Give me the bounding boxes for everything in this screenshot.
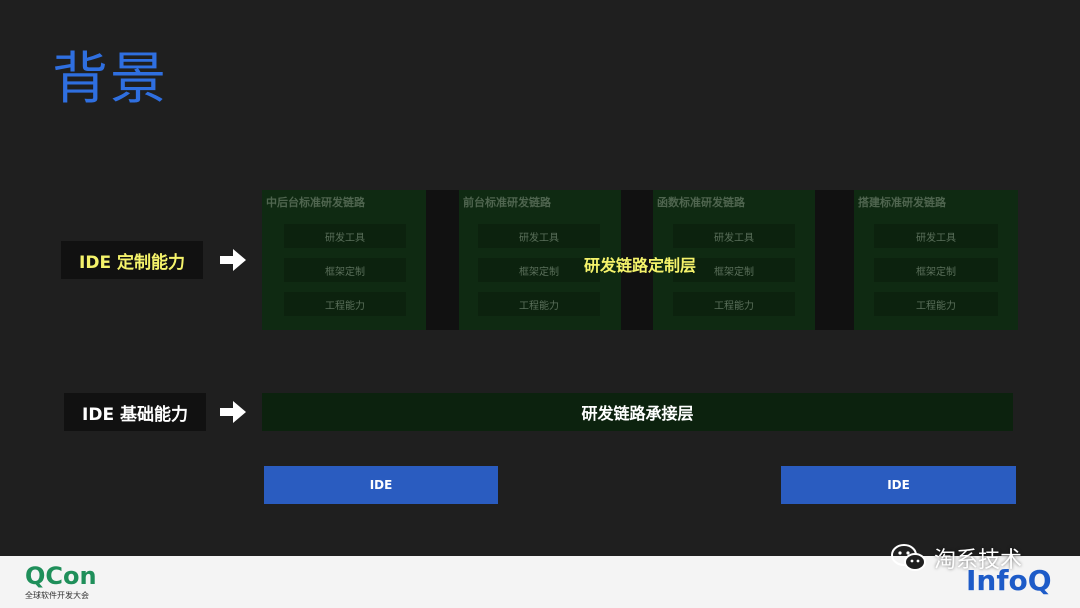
tool-item: 研发工具 — [874, 224, 998, 248]
label-ide-custom-capability: IDE 定制能力 — [61, 241, 203, 279]
tool-item: 工程能力 — [284, 292, 406, 316]
chain-column-title: 函数标准研发链路 — [657, 196, 745, 209]
tool-item: 研发工具 — [673, 224, 795, 248]
tool-item: 研发工具 — [284, 224, 406, 248]
chain-column-title: 搭建标准研发链路 — [858, 196, 946, 209]
ide-box-left: IDE — [264, 466, 498, 504]
tool-item: 工程能力 — [478, 292, 600, 316]
custom-layer-block: 中后台标准研发链路 研发工具 框架定制 工程能力 前台标准研发链路 研发工具 框… — [262, 190, 1018, 330]
tool-item: 工程能力 — [874, 292, 998, 316]
custom-layer-label: 研发链路定制层 — [583, 256, 696, 275]
tool-item: 工程能力 — [673, 292, 795, 316]
label-ide-basic-capability: IDE 基础能力 — [64, 393, 206, 431]
tool-item: 研发工具 — [478, 224, 600, 248]
chain-column-title: 前台标准研发链路 — [463, 196, 551, 209]
right-arrow-icon — [220, 249, 246, 271]
connect-layer-block: 研发链路承接层 — [262, 393, 1013, 431]
watermark-text: 淘系技术 — [934, 548, 1023, 573]
watermark: 淘系技术 — [890, 542, 1022, 574]
page-title: 背景 — [52, 47, 168, 112]
chain-column-title: 中后台标准研发链路 — [266, 196, 365, 209]
right-arrow-icon — [220, 401, 246, 423]
ide-box-right: IDE — [781, 466, 1016, 504]
qcon-logo: QCon — [25, 562, 97, 590]
wechat-icon — [891, 544, 926, 571]
qcon-subtitle: 全球软件开发大会 — [25, 591, 89, 600]
